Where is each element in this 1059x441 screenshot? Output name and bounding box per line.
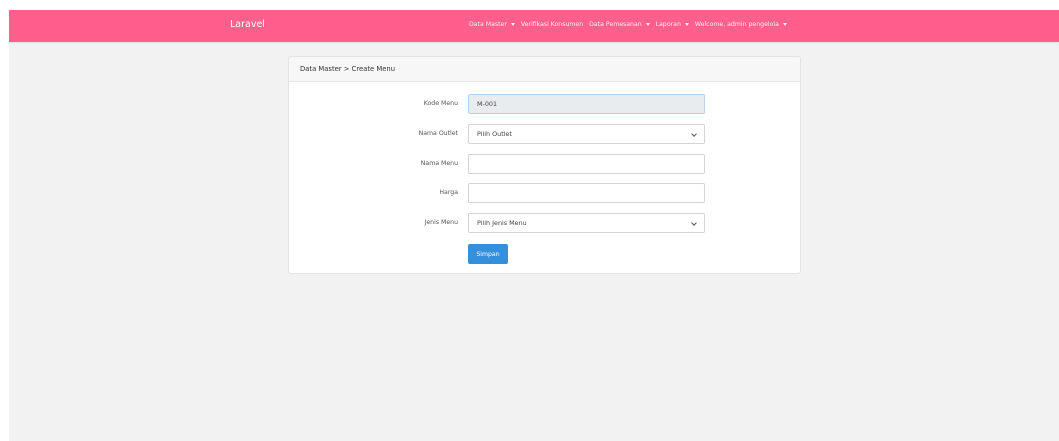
kode-menu-input[interactable] (468, 94, 705, 114)
create-menu-card: Data Master > Create Menu Kode Menu Nama… (288, 56, 801, 274)
nama-menu-input[interactable] (468, 154, 705, 174)
app-container: Laravel Data Master Verifikasi Konsumen … (9, 10, 1059, 441)
nav-data-pemesanan[interactable]: Data Pemesanan (589, 21, 650, 28)
jenis-menu-select[interactable]: Pilih Jenis Menu (468, 213, 705, 233)
nav-verifikasi-konsumen[interactable]: Verifikasi Konsumen (521, 21, 583, 28)
caret-down-icon (645, 23, 650, 26)
navbar: Laravel Data Master Verifikasi Konsumen … (9, 10, 1059, 42)
nama-outlet-label: Nama Outlet (418, 130, 458, 137)
caret-down-icon (684, 23, 689, 26)
harga-input[interactable] (468, 183, 705, 203)
jenis-menu-label: Jenis Menu (424, 219, 458, 226)
caret-down-icon (782, 23, 787, 26)
nama-outlet-selected: Pilih Outlet (477, 130, 512, 138)
nav-data-master[interactable]: Data Master (469, 21, 515, 28)
nav-user-menu[interactable]: Welcome, admin pengelola (695, 21, 787, 28)
caret-down-icon (510, 23, 515, 26)
nav-label: Data Pemesanan (589, 21, 642, 28)
chevron-down-icon (691, 131, 697, 137)
nav-label: Laporan (655, 21, 681, 28)
form-row-jenis-menu: Jenis Menu Pilih Jenis Menu (289, 213, 800, 233)
form-row-nama-outlet: Nama Outlet Pilih Outlet (289, 124, 800, 144)
form-row-nama-menu: Nama Menu (289, 154, 800, 174)
simpan-button[interactable]: Simpan (468, 244, 508, 264)
nav-laporan[interactable]: Laporan (656, 21, 689, 28)
kode-menu-label: Kode Menu (423, 100, 458, 107)
nav-label: Verifikasi Konsumen (520, 21, 584, 28)
form-row-harga: Harga (289, 183, 800, 203)
jenis-menu-selected: Pilih Jenis Menu (477, 219, 527, 227)
brand-link[interactable]: Laravel (230, 19, 265, 30)
nama-menu-label: Nama Menu (420, 160, 458, 167)
harga-label: Harga (439, 189, 458, 196)
nama-outlet-select[interactable]: Pilih Outlet (468, 124, 705, 144)
nav-menu: Data Master Verifikasi Konsumen Data Pem… (469, 21, 793, 28)
chevron-down-icon (691, 220, 697, 226)
nav-label: Data Master (469, 21, 507, 28)
form-row-kode-menu: Kode Menu (289, 94, 800, 114)
nav-label: Welcome, admin pengelola (694, 21, 779, 28)
breadcrumb: Data Master > Create Menu (289, 57, 800, 82)
